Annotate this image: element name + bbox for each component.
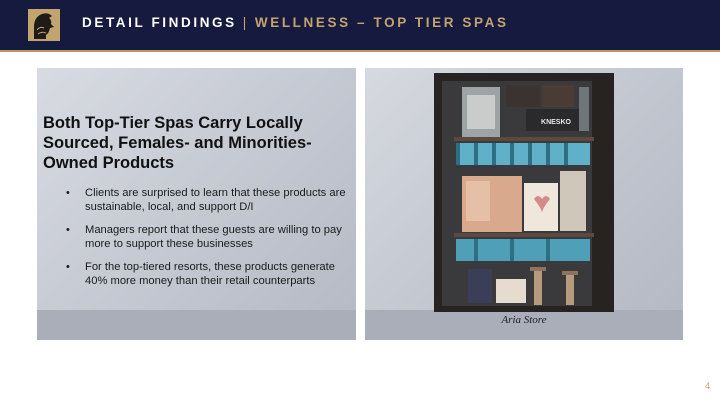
store-shelf-photo: KNESKO xyxy=(434,73,614,312)
section-title: DETAIL FINDINGS xyxy=(82,15,237,30)
findings-panel-footer-band xyxy=(37,310,356,340)
brand-label: KNESKO xyxy=(541,119,572,126)
page-number: 4 xyxy=(704,381,710,391)
title-separator: | xyxy=(242,15,249,30)
bullet-item: Managers report that these guests are wi… xyxy=(66,223,351,251)
photo-caption: Aria Store xyxy=(501,314,547,326)
bullet-item: Clients are surprised to learn that thes… xyxy=(66,186,351,214)
header-divider xyxy=(0,50,720,52)
page-title: DETAIL FINDINGS | WELLNESS – TOP TIER SPAS xyxy=(82,15,509,30)
company-logo-icon xyxy=(28,9,60,41)
findings-heading: Both Top-Tier Spas Carry Locally Sourced… xyxy=(43,114,312,172)
section-subtitle: WELLNESS – TOP TIER SPAS xyxy=(254,15,509,30)
findings-bullet-list: Clients are surprised to learn that thes… xyxy=(66,186,351,297)
bullet-item: For the top-tiered resorts, these produc… xyxy=(66,260,351,288)
